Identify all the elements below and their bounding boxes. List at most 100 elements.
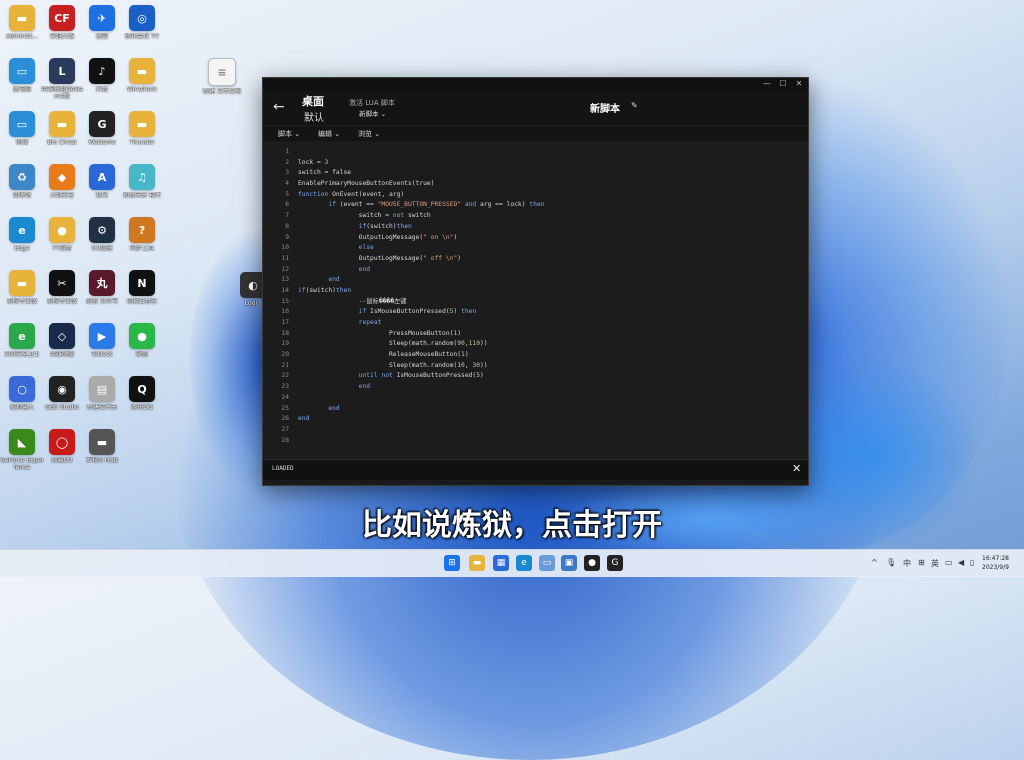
- code-line[interactable]: Sleep(math.random(90,110)): [298, 339, 544, 350]
- code-editor[interactable]: 1 2 3 4 5 6 7 8 9 10 11 12 13 14 15 16 17 18 19 20 21 22 23 24 2…: [263, 142, 808, 458]
- ime-mode-icon[interactable]: 中: [903, 558, 911, 569]
- code-line[interactable]: if(switch)then: [298, 222, 544, 233]
- desktop-icon[interactable]: ▤ 新建文件夹: [80, 376, 124, 418]
- ime-grid-icon[interactable]: ⊞: [918, 558, 925, 567]
- close-output-icon[interactable]: ✕: [792, 462, 801, 475]
- code-line[interactable]: repeat: [298, 318, 544, 329]
- desktop-icon[interactable]: ● YY语音: [40, 217, 84, 259]
- code-line[interactable]: else: [298, 243, 544, 254]
- desktop-icon[interactable]: ♫ 初音未来 软件: [120, 164, 164, 206]
- desktop-icon[interactable]: ◇ 英雄联盟: [40, 323, 84, 365]
- code-line[interactable]: [298, 436, 544, 447]
- code-line[interactable]: Sleep(math.random(10, 30)): [298, 361, 544, 372]
- desktop-icon[interactable]: ◉ OBS Studio: [40, 376, 84, 418]
- desktop-icon[interactable]: ▬ Administ...: [0, 5, 44, 47]
- code-area[interactable]: lock = 3 switch = false EnablePrimaryMouse…: [298, 147, 544, 446]
- taskbar-app-icon[interactable]: e: [516, 555, 532, 571]
- code-line[interactable]: OutputLogMessage(" on \n"): [298, 233, 544, 244]
- desktop-icon[interactable]: ◎ 腾讯会议 TV: [120, 5, 164, 47]
- code-line[interactable]: function OnEvent(event, arg): [298, 190, 544, 201]
- taskbar-app-icon[interactable]: ▬: [469, 555, 485, 571]
- desktop-icon[interactable]: ▶ ToDesk: [80, 323, 124, 365]
- code-line[interactable]: OutputLogMessage(" off \n"): [298, 254, 544, 265]
- taskbar-app-icon[interactable]: ●: [584, 555, 600, 571]
- desktop-icon[interactable]: ▬ Thunder: [120, 111, 164, 153]
- close-button[interactable]: ✕: [793, 79, 805, 88]
- code-line[interactable]: end: [298, 275, 544, 286]
- clock[interactable]: 16:47:28 2023/9/9: [982, 554, 1009, 572]
- desktop-icon-label: Thunder: [129, 139, 155, 146]
- desktop-icon[interactable]: N 网易云音乐: [120, 270, 164, 312]
- window-titlebar[interactable]: — ☐ ✕: [263, 78, 808, 91]
- display-icon[interactable]: ▭: [945, 558, 953, 567]
- taskbar-app-icon[interactable]: ⊞: [444, 555, 460, 571]
- code-line[interactable]: end: [298, 265, 544, 276]
- script-select[interactable]: 新脚本 ⌄: [359, 108, 386, 118]
- desktop-icon[interactable]: ◣ GeForce Experience: [0, 429, 44, 471]
- taskbar-app-icon[interactable]: ▦: [493, 555, 509, 571]
- code-line[interactable]: [298, 425, 544, 436]
- code-line[interactable]: end: [298, 404, 544, 415]
- desktop-icon[interactable]: ✂ 剪映专业版: [40, 270, 84, 312]
- code-line[interactable]: [298, 147, 544, 158]
- code-line[interactable]: EnablePrimaryMouseButtonEvents(true): [298, 179, 544, 190]
- code-line[interactable]: [298, 393, 544, 404]
- menu-script[interactable]: 脚本 ⌄: [278, 129, 300, 139]
- desktop-icon[interactable]: ✈ 迅雷: [80, 5, 124, 47]
- desktop-icon[interactable]: L 英雄联盟WeGame版: [40, 58, 84, 100]
- desktop-icon[interactable]: Q 腾讯QQ: [120, 376, 164, 418]
- desktop-icon-label: 微信: [135, 351, 148, 358]
- desktop-icon-text-file[interactable]: ≡ 新建 文本文档: [200, 58, 244, 102]
- code-line[interactable]: end: [298, 414, 544, 425]
- desktop-icon[interactable]: ♻ 回收站: [0, 164, 44, 206]
- microphone-icon[interactable]: 🎙: [886, 558, 896, 567]
- taskbar-app-icon[interactable]: ▣: [561, 555, 577, 571]
- desktop-icon[interactable]: ▭ 此电脑: [0, 58, 44, 100]
- desktop-icon[interactable]: ● 微信: [120, 323, 164, 365]
- desktop-icon[interactable]: ▭ 网络: [0, 111, 44, 153]
- desktop-icon[interactable]: e 360安全卫士: [0, 323, 44, 365]
- desktop-icon[interactable]: ▬ 罗技G HUB: [80, 429, 124, 471]
- code-line[interactable]: switch = not switch: [298, 211, 544, 222]
- code-line[interactable]: ReleaseMouseButton(1): [298, 350, 544, 361]
- desktop-icon[interactable]: ▬ 剪映专业版: [0, 270, 44, 312]
- taskbar-app-icon[interactable]: G: [607, 555, 623, 571]
- code-line[interactable]: if(switch)then: [298, 286, 544, 297]
- desktop-icon[interactable]: e Edge: [0, 217, 44, 259]
- desktop-icon[interactable]: ⚙ UU加速: [80, 217, 124, 259]
- code-line[interactable]: if (event == "MOUSE_BUTTON_PRESSED" and …: [298, 200, 544, 211]
- desktop-icon[interactable]: 丸必剪 公众号: [80, 270, 124, 312]
- desktop-icon[interactable]: A 极光: [80, 164, 124, 206]
- code-line[interactable]: --鼠标����左键: [298, 297, 544, 308]
- desktop-icon[interactable]: ▬ Wireshark: [120, 58, 164, 100]
- desktop-icon[interactable]: CF 穿越火线: [40, 5, 84, 47]
- code-line[interactable]: end: [298, 382, 544, 393]
- desktop-icon[interactable]: ▬ Bin Cheat: [40, 111, 84, 153]
- desktop-icon[interactable]: ? 同步工具: [120, 217, 164, 259]
- desktop-icon[interactable]: ◆ 火绒安全: [40, 164, 84, 206]
- code-line[interactable]: until not IsMouseButtonPressed(5): [298, 371, 544, 382]
- code-line[interactable]: if IsMouseButtonPressed(5) then: [298, 307, 544, 318]
- language-icon[interactable]: 英: [931, 558, 939, 569]
- code-line[interactable]: PressMouseButton(1): [298, 329, 544, 340]
- taskbar-app-icon[interactable]: ▭: [539, 555, 555, 571]
- desktop-icon[interactable]: ♪ 抖音: [80, 58, 124, 100]
- maximize-button[interactable]: ☐: [777, 79, 789, 88]
- battery-icon[interactable]: ▯: [970, 558, 974, 567]
- edit-pencil-icon[interactable]: ✎: [631, 101, 638, 110]
- back-arrow-icon[interactable]: ←: [273, 99, 285, 115]
- speaker-icon[interactable]: ◀: [958, 558, 964, 567]
- minimize-button[interactable]: —: [761, 79, 773, 88]
- desktop-icon[interactable]: ○ 搜狗输入: [0, 376, 44, 418]
- menu-view[interactable]: 浏览 ⌄: [358, 129, 380, 139]
- desktop-icon[interactable]: G WeGame: [80, 111, 124, 153]
- desktop-icon[interactable]: ◯ 网易UU: [40, 429, 84, 471]
- desktop-icon-label: Bin Cheat: [47, 139, 77, 146]
- menu-edit[interactable]: 编辑 ⌄: [318, 129, 340, 139]
- desktop-icon-partial[interactable]: ◐ Logi: [240, 272, 262, 314]
- code-line[interactable]: switch = false: [298, 168, 544, 179]
- app-icon: ✈: [89, 5, 115, 31]
- code-line[interactable]: lock = 3: [298, 158, 544, 169]
- app-icon: ▬: [49, 111, 75, 137]
- tray-chevron-icon[interactable]: ^: [871, 558, 878, 567]
